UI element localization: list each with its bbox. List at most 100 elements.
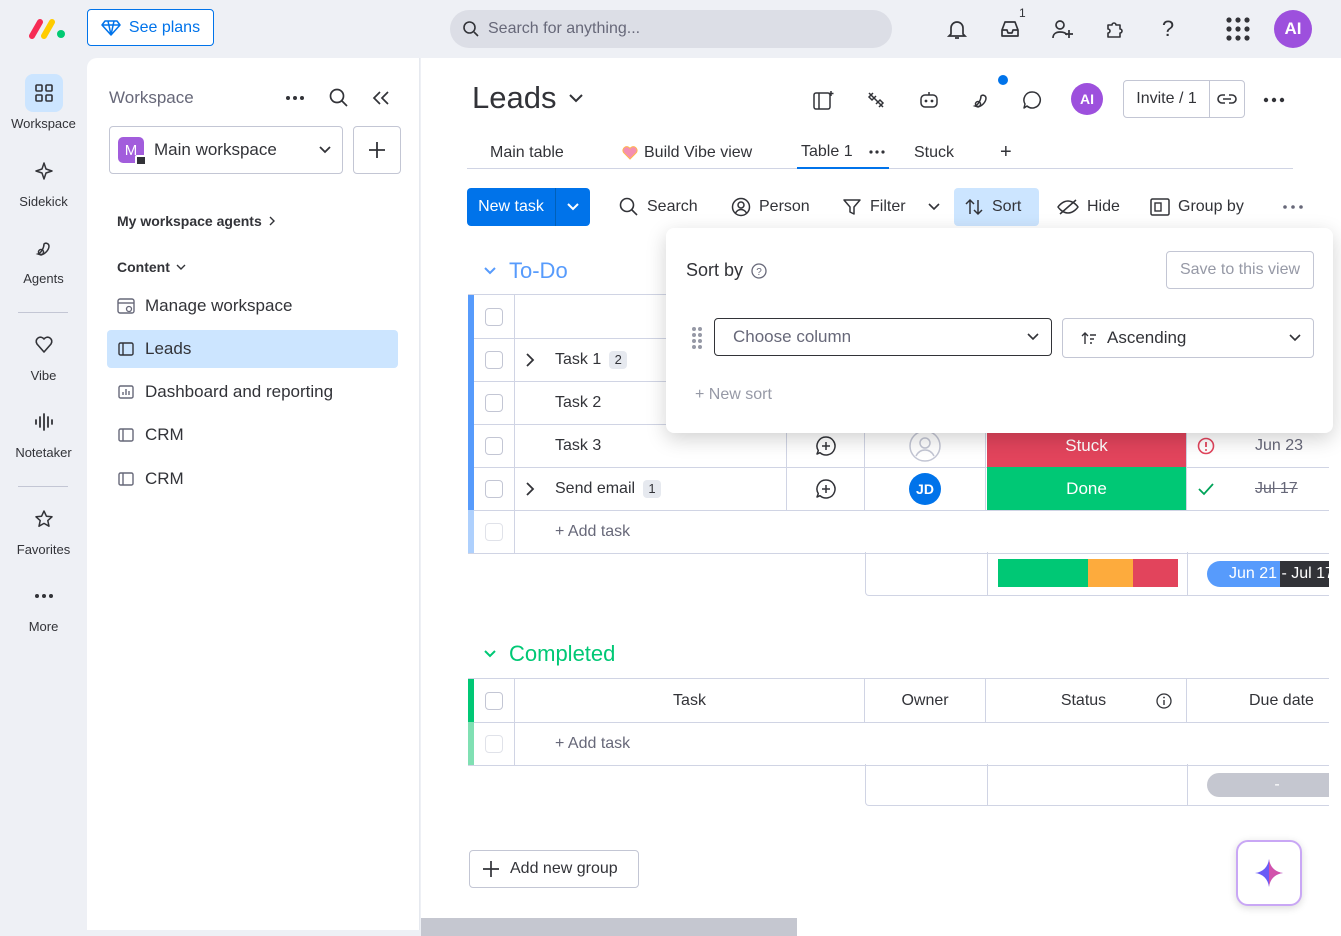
- add-new-group-button[interactable]: Add new group: [469, 850, 639, 888]
- column-header-due-date[interactable]: Due date: [1187, 679, 1341, 722]
- add-task-row[interactable]: + Add task: [468, 722, 1341, 766]
- rail-item-vibe[interactable]: Vibe: [0, 326, 87, 383]
- new-task-dropdown-icon[interactable]: [556, 188, 590, 226]
- new-sort-button[interactable]: + New sort: [695, 386, 772, 404]
- person-filter-button[interactable]: Person: [725, 188, 816, 226]
- updates-cell[interactable]: [787, 467, 865, 510]
- sidebar-item-manage-workspace[interactable]: Manage workspace: [107, 287, 398, 325]
- select-all-checkbox[interactable]: [485, 691, 503, 710]
- rail-item-sidekick[interactable]: Sidekick: [0, 152, 87, 209]
- rail-item-favorites[interactable]: Favorites: [0, 500, 87, 557]
- expand-subitems-icon[interactable]: [525, 352, 535, 367]
- sidebar-item-leads[interactable]: Leads: [107, 330, 398, 368]
- hide-columns-button[interactable]: Hide: [1051, 188, 1126, 226]
- add-view-button[interactable]: +: [1000, 136, 1012, 169]
- column-header-owner[interactable]: Owner: [865, 679, 986, 722]
- chevron-down-icon[interactable]: [483, 266, 497, 276]
- workspace-search-icon[interactable]: [325, 84, 353, 112]
- group-title-todo[interactable]: To-Do: [483, 258, 568, 284]
- invite-button[interactable]: Invite / 1: [1123, 80, 1245, 118]
- column-header-status[interactable]: Status: [987, 679, 1187, 722]
- board-search-button[interactable]: Search: [613, 188, 704, 226]
- updates-comment-icon[interactable]: [1018, 86, 1046, 114]
- sort-column-select[interactable]: Choose column: [714, 318, 1052, 356]
- global-search-input[interactable]: [488, 20, 868, 38]
- column-header-task[interactable]: Task: [515, 679, 865, 722]
- user-avatar[interactable]: AI: [1274, 10, 1312, 48]
- see-plans-button[interactable]: See plans: [87, 9, 214, 46]
- group-by-button[interactable]: Group by: [1144, 188, 1250, 226]
- add-update-icon[interactable]: [815, 435, 837, 457]
- add-task-input[interactable]: + Add task: [515, 510, 915, 553]
- tab-build-vibe-view[interactable]: Build Vibe view: [622, 136, 752, 169]
- chevron-down-icon: [1027, 333, 1039, 341]
- task-name-cell[interactable]: Send email 1: [515, 467, 787, 510]
- row-checkbox[interactable]: [485, 479, 503, 498]
- filter-button[interactable]: Filter: [836, 188, 946, 226]
- workspace-selector[interactable]: M Main workspace: [109, 126, 343, 174]
- automate-robot-icon[interactable]: [915, 86, 943, 114]
- sort-button[interactable]: Sort: [954, 188, 1039, 226]
- new-task-button[interactable]: New task: [467, 188, 590, 226]
- board-title[interactable]: Leads: [472, 80, 584, 116]
- workspace-more-icon[interactable]: [281, 84, 309, 112]
- sidebar-item-dashboard[interactable]: Dashboard and reporting: [107, 373, 398, 411]
- due-date-cell[interactable]: Jul 17: [1187, 467, 1341, 510]
- info-icon[interactable]: [1156, 692, 1172, 709]
- add-task-input[interactable]: + Add task: [515, 722, 915, 765]
- integrations-puzzle-icon[interactable]: [1100, 14, 1130, 44]
- rail-label: Agents: [23, 271, 64, 286]
- agent-icon[interactable]: [967, 86, 995, 114]
- notifications-bell-icon[interactable]: [942, 14, 972, 44]
- monday-logo-icon[interactable]: [28, 16, 68, 40]
- tab-main-table[interactable]: Main table: [490, 136, 564, 169]
- drag-handle-icon[interactable]: [691, 326, 703, 350]
- global-search[interactable]: [450, 10, 892, 48]
- status-summary-bar[interactable]: [998, 559, 1178, 587]
- invite-members-icon[interactable]: [1048, 14, 1078, 44]
- group-title-completed[interactable]: Completed: [483, 641, 615, 667]
- row-checkbox[interactable]: [485, 436, 503, 455]
- board-owner-avatar[interactable]: AI: [1071, 83, 1103, 115]
- content-section-toggle[interactable]: Content: [117, 259, 186, 275]
- integrate-icon[interactable]: [862, 86, 890, 114]
- copy-link-icon[interactable]: [1210, 92, 1244, 106]
- add-item-button[interactable]: [353, 126, 401, 174]
- chevron-down-icon[interactable]: [927, 203, 940, 211]
- rail-item-notetaker[interactable]: Notetaker: [0, 403, 87, 460]
- sidekick-panel-icon[interactable]: [810, 86, 838, 114]
- chevron-down-icon[interactable]: [483, 649, 497, 659]
- expand-subitems-icon[interactable]: [525, 481, 535, 496]
- rail-item-more[interactable]: More: [0, 577, 87, 634]
- workspace-agents-link[interactable]: My workspace agents: [117, 213, 276, 229]
- collapse-panel-icon[interactable]: [367, 84, 395, 112]
- apps-grid-icon[interactable]: [1223, 14, 1253, 44]
- tab-stuck[interactable]: Stuck: [914, 136, 954, 169]
- timeline-summary[interactable]: Jun 21 - Jul 17: [1207, 561, 1341, 587]
- toolbar-more-icon[interactable]: [1277, 188, 1309, 226]
- sidebar-item-crm[interactable]: CRM: [107, 460, 398, 498]
- ai-assistant-button[interactable]: [1236, 840, 1302, 906]
- select-all-checkbox[interactable]: [485, 307, 503, 326]
- row-checkbox[interactable]: [485, 350, 503, 369]
- save-to-view-button[interactable]: Save to this view: [1166, 251, 1314, 289]
- add-task-row[interactable]: + Add task: [468, 510, 1341, 554]
- tab-table-1[interactable]: Table 1: [797, 136, 889, 169]
- vertical-scrollbar[interactable]: [1329, 58, 1341, 878]
- tab-more-icon[interactable]: [868, 149, 885, 154]
- row-checkbox[interactable]: [485, 393, 503, 412]
- add-update-icon[interactable]: [815, 478, 837, 500]
- sort-direction-select[interactable]: Ascending: [1062, 318, 1314, 358]
- rail-item-agents[interactable]: Agents: [0, 229, 87, 286]
- sidebar-item-crm[interactable]: CRM: [107, 416, 398, 454]
- status-cell[interactable]: Done: [987, 467, 1187, 510]
- help-icon[interactable]: ?: [1153, 14, 1183, 44]
- owner-cell[interactable]: JD: [865, 467, 986, 510]
- board-more-icon[interactable]: [1260, 86, 1288, 114]
- horizontal-scrollbar[interactable]: [421, 918, 797, 936]
- table-row[interactable]: Send email 1 JD Done Jul 17: [468, 467, 1341, 511]
- help-circle-icon[interactable]: ?: [751, 262, 767, 279]
- timeline-summary[interactable]: -: [1207, 773, 1341, 797]
- rail-item-workspace[interactable]: Workspace: [0, 74, 87, 131]
- owner-avatar[interactable]: JD: [909, 472, 941, 505]
